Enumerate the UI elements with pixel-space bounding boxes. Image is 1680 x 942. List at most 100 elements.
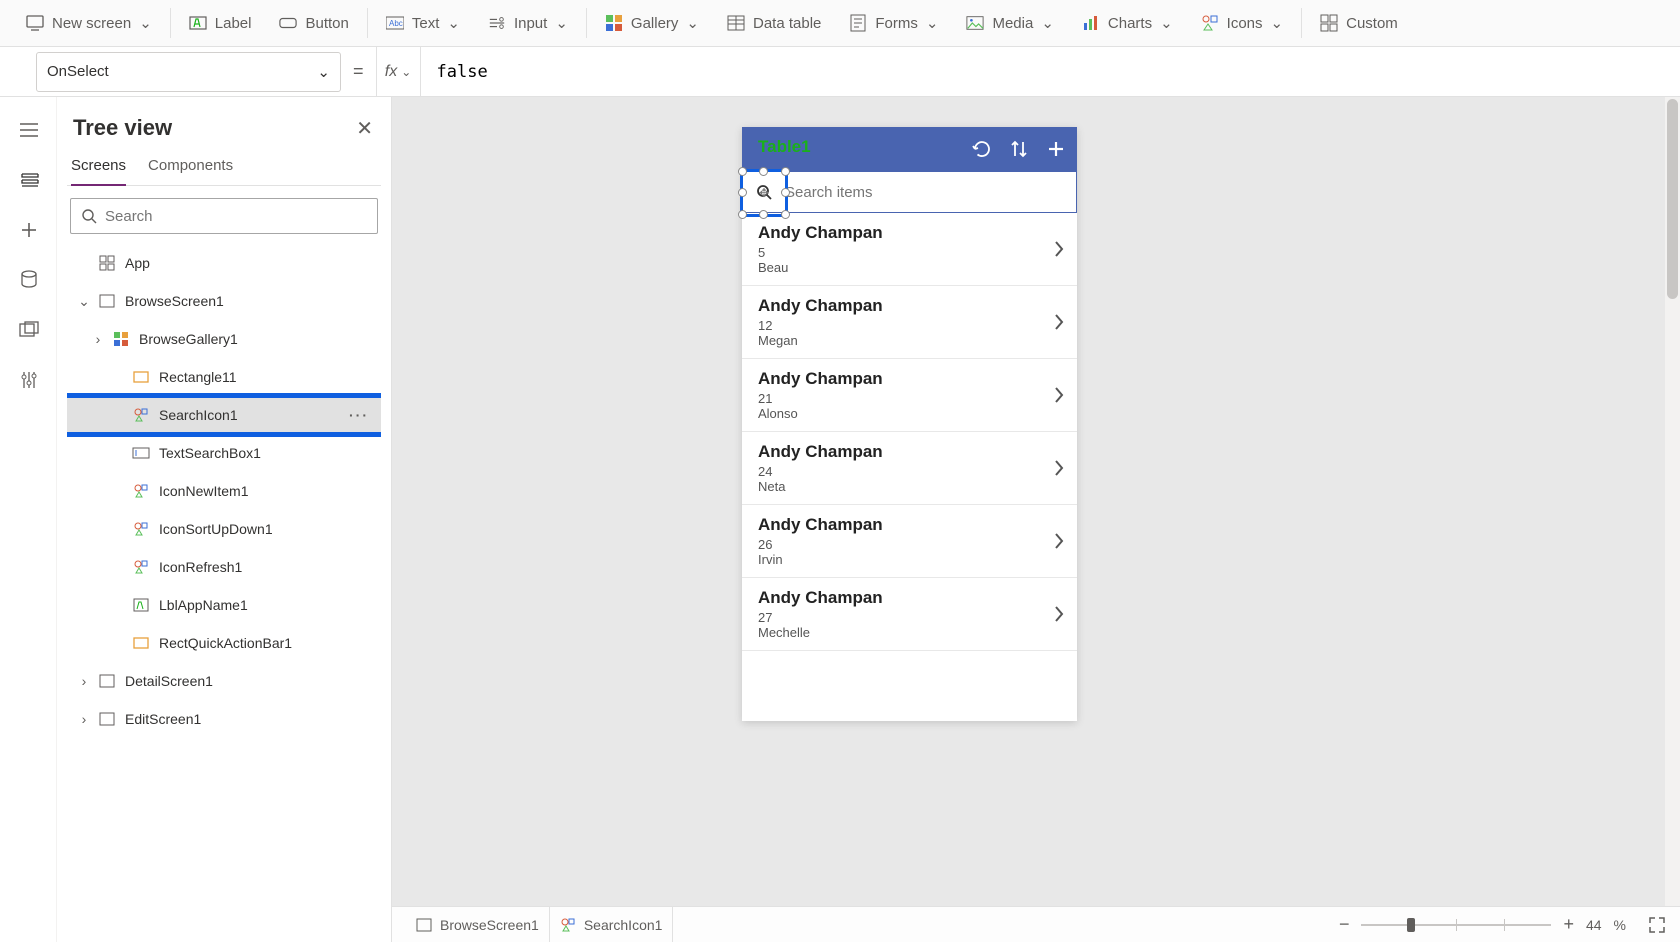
tree-node-browsegallery[interactable]: › BrowseGallery1	[67, 320, 381, 358]
input-button[interactable]: Input ⌄	[474, 0, 582, 46]
chevron-down-icon: ⌄	[447, 14, 460, 32]
hamburger-button[interactable]	[0, 105, 57, 155]
gallery-list[interactable]: Andy Champan 5 Beau Andy Champan 12 Mega…	[742, 213, 1077, 721]
vertical-scrollbar[interactable]	[1665, 97, 1680, 906]
insert-tab[interactable]	[0, 205, 57, 255]
label-button[interactable]: Label	[175, 0, 266, 46]
item-sub1: 27	[758, 610, 1053, 625]
chevron-down-icon: ⌄	[1271, 14, 1284, 32]
main-area: Tree view ✕ Screens Components App ⌄ Bro…	[0, 97, 1680, 942]
gallery-button[interactable]: Gallery ⌄	[591, 0, 713, 46]
chevron-down-icon: ⌄	[686, 14, 699, 32]
screen-icon	[97, 671, 117, 691]
gallery-item[interactable]: Andy Champan 24 Neta	[742, 432, 1077, 505]
tree-node-browsescreen[interactable]: ⌄ BrowseScreen1	[67, 282, 381, 320]
gallery-item[interactable]: Andy Champan 5 Beau	[742, 213, 1077, 286]
tree-node-rectquick[interactable]: RectQuickActionBar1	[67, 624, 381, 662]
sort-icon[interactable]	[1009, 138, 1029, 160]
item-sub1: 21	[758, 391, 1053, 406]
button-icon	[279, 14, 297, 32]
button-button[interactable]: Button	[265, 0, 362, 46]
tree-node-iconsort[interactable]: IconSortUpDown1	[67, 510, 381, 548]
custom-button[interactable]: Custom	[1306, 0, 1412, 46]
advanced-tools-tab[interactable]	[0, 355, 57, 405]
fx-button[interactable]: fx ⌄	[376, 47, 421, 96]
tree-node-searchicon-selected[interactable]: SearchIcon1 ···	[67, 396, 381, 434]
formula-input[interactable]	[421, 47, 1680, 96]
shapes-icon	[131, 481, 151, 501]
status-bar: BrowseScreen1 SearchIcon1 − + 44 %	[392, 906, 1680, 942]
data-tab[interactable]	[0, 255, 57, 305]
components-tab[interactable]: Components	[148, 151, 233, 185]
media-tab[interactable]	[0, 305, 57, 355]
tree-node-iconrefresh[interactable]: IconRefresh1	[67, 548, 381, 586]
app-icon	[97, 253, 117, 273]
forms-button[interactable]: Forms ⌄	[835, 0, 952, 46]
zoom-in-button[interactable]: +	[1563, 914, 1574, 935]
insert-ribbon: New screen ⌄ Label Button Abc Text ⌄ Inp…	[0, 0, 1680, 47]
new-screen-label: New screen	[52, 15, 131, 32]
zoom-slider[interactable]	[1361, 924, 1551, 926]
tree-node-lblappname[interactable]: LblAppName1	[67, 586, 381, 624]
breadcrumb-control[interactable]: SearchIcon1	[550, 907, 674, 942]
tree-node-iconnewitem[interactable]: IconNewItem1	[67, 472, 381, 510]
close-pane-button[interactable]: ✕	[356, 116, 373, 141]
fit-to-screen-button[interactable]	[1648, 916, 1666, 934]
charts-button[interactable]: Charts ⌄	[1068, 0, 1187, 46]
tree-node-detailscreen[interactable]: › DetailScreen1	[67, 662, 381, 700]
app-preview[interactable]: Table1 ✥ Andy Champan 5 Beau Andy Champa…	[742, 127, 1077, 721]
tree-node-rectangle11[interactable]: Rectangle11	[67, 358, 381, 396]
gallery-item[interactable]: Andy Champan 27 Mechelle	[742, 578, 1077, 651]
tree-node-textsearchbox[interactable]: TextSearchBox1	[67, 434, 381, 472]
search-items-input[interactable]	[785, 172, 1076, 212]
chevron-down-icon: ⌄	[1160, 14, 1173, 32]
chevron-right-icon[interactable]: ›	[77, 673, 91, 689]
chevron-down-icon[interactable]: ⌄	[77, 293, 91, 310]
item-title: Andy Champan	[758, 515, 1053, 535]
zoom-value: 44	[1586, 917, 1602, 933]
icons-button[interactable]: Icons ⌄	[1187, 0, 1297, 46]
selection-handles[interactable]: ✥	[740, 169, 788, 217]
ribbon-custom-label: Custom	[1346, 15, 1398, 32]
zoom-out-button[interactable]: −	[1339, 914, 1350, 935]
data-table-button[interactable]: Data table	[713, 0, 835, 46]
screen-icon	[26, 14, 44, 32]
design-canvas[interactable]: Table1 ✥ Andy Champan 5 Beau Andy Champa…	[392, 97, 1680, 942]
separator	[170, 8, 171, 38]
chevron-down-icon: ⌄	[317, 63, 330, 81]
node-label: TextSearchBox1	[159, 445, 261, 461]
item-sub2: Megan	[758, 333, 1053, 348]
tree-node-app[interactable]: App	[67, 244, 381, 282]
text-button[interactable]: Abc Text ⌄	[372, 0, 474, 46]
refresh-icon[interactable]	[971, 138, 993, 160]
property-selector[interactable]: OnSelect ⌄	[36, 52, 341, 92]
tree-search-input[interactable]	[105, 208, 367, 225]
add-icon[interactable]	[1045, 138, 1067, 160]
chevron-down-icon: ⌄	[139, 14, 152, 32]
media-button[interactable]: Media ⌄	[952, 0, 1067, 46]
label-icon	[131, 595, 151, 615]
tree-node-editscreen[interactable]: › EditScreen1	[67, 700, 381, 738]
chevron-right-icon	[1053, 312, 1065, 332]
chevron-right-icon[interactable]: ›	[91, 331, 105, 347]
gallery-item[interactable]: Andy Champan 12 Megan	[742, 286, 1077, 359]
breadcrumb-screen[interactable]: BrowseScreen1	[406, 907, 550, 942]
new-screen-button[interactable]: New screen ⌄	[12, 0, 166, 46]
chevron-right-icon	[1053, 604, 1065, 624]
crumb-label: SearchIcon1	[584, 917, 663, 933]
screen-icon	[416, 918, 432, 932]
chevron-right-icon[interactable]: ›	[77, 711, 91, 727]
move-icon: ✥	[759, 186, 769, 200]
label-icon	[189, 14, 207, 32]
item-title: Andy Champan	[758, 296, 1053, 316]
chevron-down-icon: ⌄	[401, 65, 411, 79]
shapes-icon	[560, 917, 576, 933]
more-button[interactable]: ···	[349, 407, 369, 423]
media-icon	[966, 14, 984, 32]
equals-icon: =	[341, 61, 376, 82]
gallery-item[interactable]: Andy Champan 21 Alonso	[742, 359, 1077, 432]
gallery-item[interactable]: Andy Champan 26 Irvin	[742, 505, 1077, 578]
tree-view-tab[interactable]	[0, 155, 57, 205]
screens-tab[interactable]: Screens	[71, 151, 126, 186]
tree-search	[70, 198, 378, 234]
